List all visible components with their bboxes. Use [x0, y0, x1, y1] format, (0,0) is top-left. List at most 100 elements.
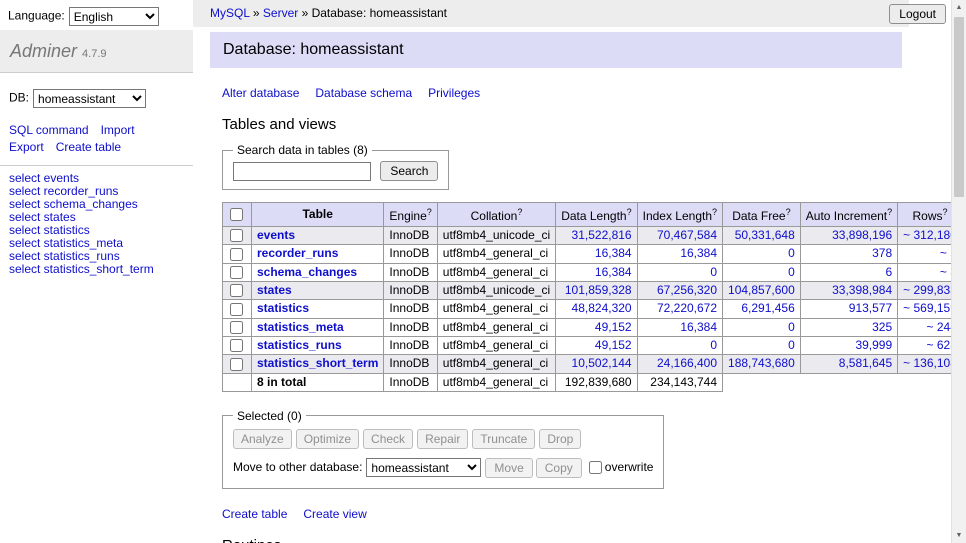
db-action-link[interactable]: Database schema [315, 86, 412, 100]
index-length-link[interactable]: 0 [710, 265, 717, 279]
index-length-link[interactable]: 16,384 [680, 246, 717, 260]
db-select[interactable]: homeassistant [33, 89, 146, 108]
rows-link[interactable]: ~ 312,180 [903, 228, 957, 242]
db-action-link[interactable]: Alter database [222, 86, 299, 100]
total-collation-cell: utf8mb4_general_ci [437, 373, 555, 391]
sidebar-action-link[interactable]: SQL command [9, 123, 89, 137]
language-form: Language:English [8, 7, 159, 26]
row-checkbox[interactable] [230, 266, 243, 279]
create-table-link[interactable]: Create table [222, 507, 287, 521]
adminer-window: Language:English MySQL » Server » Databa… [0, 0, 966, 543]
table-name-link[interactable]: statistics_runs [257, 338, 342, 352]
row-checkbox[interactable] [230, 339, 243, 352]
sidebar: Adminer4.7.9 DB:homeassistant SQL comman… [0, 30, 193, 276]
rows-link[interactable]: ~ 136,108 [903, 356, 957, 370]
auto-increment-link[interactable]: 6 [885, 265, 892, 279]
data-free-link[interactable]: 50,331,648 [735, 228, 795, 242]
bulk-actions: AnalyzeOptimizeCheckRepairTruncateDrop [233, 429, 653, 449]
auto-increment-link[interactable]: 8,581,645 [839, 356, 892, 370]
index-length-link[interactable]: 67,256,320 [657, 283, 717, 297]
search-button[interactable]: Search [380, 161, 438, 181]
engine-cell: InnoDB [384, 336, 437, 354]
header-row: TableEngine?Collation?Data Length?Index … [223, 203, 966, 227]
auto-increment-link[interactable]: 325 [872, 320, 892, 334]
table-name-link[interactable]: statistics_short_term [257, 356, 378, 370]
create-view-link[interactable]: Create view [303, 507, 366, 521]
auto-increment-link[interactable]: 378 [872, 246, 892, 260]
index-length-link[interactable]: 24,166,400 [657, 356, 717, 370]
data-free-link[interactable]: 104,857,600 [728, 283, 795, 297]
search-input[interactable] [233, 162, 371, 181]
app-header: Adminer4.7.9 [0, 30, 193, 73]
bulk-optimize-button: Optimize [296, 429, 359, 449]
data-free-link[interactable]: 0 [788, 246, 795, 260]
row-checkbox[interactable] [230, 229, 243, 242]
row-checkbox[interactable] [230, 284, 243, 297]
scrollbar-down-arrow[interactable]: ▼ [952, 528, 966, 543]
sidebar-action-link[interactable]: Export [9, 140, 44, 154]
data-length-link[interactable]: 48,824,320 [572, 301, 632, 315]
sidebar-action-link[interactable]: Create table [56, 140, 121, 154]
index-length-link[interactable]: 16,384 [680, 320, 717, 334]
data-free-link[interactable]: 0 [788, 265, 795, 279]
move-label: Move to other database: [233, 460, 362, 474]
breadcrumb-link[interactable]: Server [263, 6, 298, 20]
check-all-checkbox[interactable] [230, 208, 243, 221]
collation-cell: utf8mb4_general_ci [437, 263, 555, 281]
sidebar-table-link[interactable]: select statistics_short_term [9, 263, 193, 276]
index-length-link[interactable]: 70,467,584 [657, 228, 717, 242]
auto-increment-link[interactable]: 33,898,196 [832, 228, 892, 242]
table-name-link[interactable]: recorder_runs [257, 246, 338, 260]
table-name-cell: statistics [252, 300, 384, 318]
data-length-link[interactable]: 101,859,328 [565, 283, 632, 297]
scrollbar-up-arrow[interactable]: ▲ [952, 0, 966, 15]
rows-link[interactable]: ~ 569,159 [903, 301, 957, 315]
rows-link[interactable]: ~ 299,833 [903, 283, 957, 297]
data-length-link[interactable]: 49,152 [595, 320, 632, 334]
auto-increment-cell: 33,898,196 [800, 227, 897, 245]
index-length-link[interactable]: 0 [710, 338, 717, 352]
data-length-link[interactable]: 16,384 [595, 246, 632, 260]
table-name-link[interactable]: schema_changes [257, 265, 357, 279]
engine-cell: InnoDB [384, 300, 437, 318]
index-length-cell: 67,256,320 [637, 281, 722, 299]
scrollbar[interactable]: ▲ ▼ [951, 0, 966, 543]
breadcrumb-separator: » [250, 6, 263, 20]
table-name-link[interactable]: statistics_meta [257, 320, 344, 334]
data-free-link[interactable]: 6,291,456 [741, 301, 794, 315]
sidebar-action-link[interactable]: Import [101, 123, 135, 137]
data-length-cell: 48,824,320 [556, 300, 637, 318]
logout-button[interactable]: Logout [889, 4, 946, 24]
language-select[interactable]: English [69, 7, 159, 26]
table-name-link[interactable]: states [257, 283, 292, 297]
auto-increment-cell: 325 [800, 318, 897, 336]
move-db-select[interactable]: homeassistant [366, 458, 481, 477]
total-row: 8 in totalInnoDButf8mb4_general_ci192,83… [223, 373, 966, 391]
db-action-link[interactable]: Privileges [428, 86, 480, 100]
data-length-link[interactable]: 10,502,144 [572, 356, 632, 370]
table-name-cell: statistics_meta [252, 318, 384, 336]
auto-increment-link[interactable]: 39,999 [855, 338, 892, 352]
data-free-link[interactable]: 0 [788, 320, 795, 334]
table-name-link[interactable]: events [257, 228, 295, 242]
table-name-cell: statistics_short_term [252, 355, 384, 373]
data-length-link[interactable]: 31,522,816 [572, 228, 632, 242]
auto-increment-link[interactable]: 913,577 [849, 301, 892, 315]
row-checkbox[interactable] [230, 303, 243, 316]
data-length-link[interactable]: 16,384 [595, 265, 632, 279]
index-length-link[interactable]: 72,220,672 [657, 301, 717, 315]
create-links: Create table Create view [222, 507, 902, 521]
table-name-link[interactable]: statistics [257, 301, 309, 315]
column-header-data-free: Data Free? [723, 203, 801, 227]
row-checkbox[interactable] [230, 321, 243, 334]
auto-increment-cell: 913,577 [800, 300, 897, 318]
data-length-link[interactable]: 49,152 [595, 338, 632, 352]
scrollbar-thumb[interactable] [954, 17, 964, 197]
data-free-link[interactable]: 0 [788, 338, 795, 352]
breadcrumb-link[interactable]: MySQL [210, 6, 250, 20]
overwrite-checkbox[interactable] [589, 461, 602, 474]
row-checkbox[interactable] [230, 248, 243, 261]
auto-increment-link[interactable]: 33,398,984 [832, 283, 892, 297]
row-checkbox[interactable] [230, 358, 243, 371]
data-free-link[interactable]: 188,743,680 [728, 356, 795, 370]
